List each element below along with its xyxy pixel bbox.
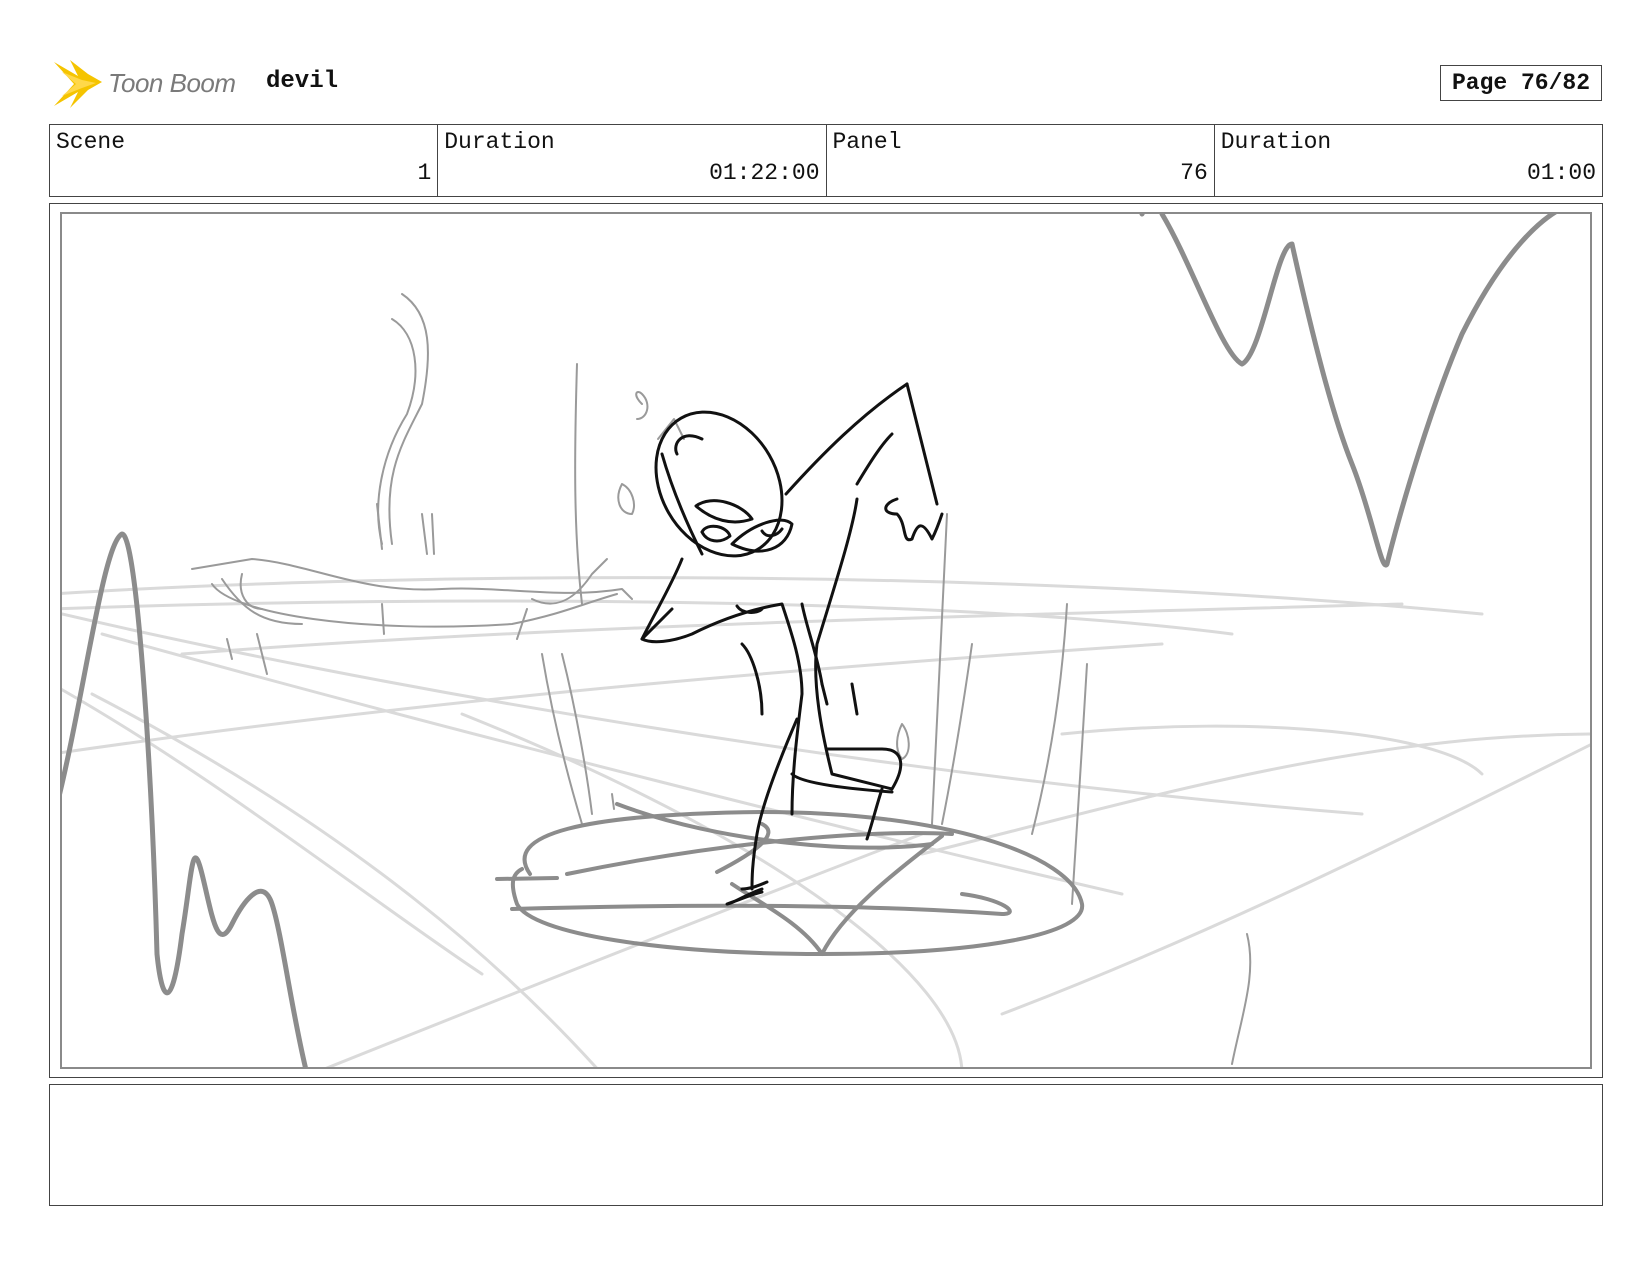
storyboard-sketch	[62, 214, 1590, 1067]
panel-label: Panel	[832, 129, 902, 155]
toon-boom-logo: Toon Boom	[52, 56, 252, 112]
page-number: Page 76/82	[1440, 65, 1602, 101]
panel-duration-value: 01:00	[1526, 160, 1596, 186]
scene-info-table: Scene 1 Duration 01:22:00 Panel 76 Durat…	[49, 124, 1603, 197]
brand-name: Toon Boom	[108, 68, 236, 98]
scene-cell: Scene 1	[50, 125, 437, 196]
scene-value: 1	[417, 160, 432, 186]
panel-image-area	[60, 212, 1592, 1069]
scene-duration-value: 01:22:00	[709, 160, 820, 186]
panel-notes[interactable]	[49, 1084, 1603, 1206]
storyboard-panel	[49, 203, 1603, 1078]
panel-duration-cell: Duration 01:00	[1213, 125, 1602, 196]
panel-cell: Panel 76	[825, 125, 1214, 196]
scene-duration-cell: Duration 01:22:00	[437, 125, 825, 196]
project-title: devil	[266, 68, 339, 95]
scene-label: Scene	[56, 129, 126, 155]
panel-duration-label: Duration	[1220, 129, 1332, 155]
panel-value: 76	[1180, 160, 1208, 186]
starburst-icon	[54, 60, 102, 108]
scene-duration-label: Duration	[444, 129, 555, 155]
